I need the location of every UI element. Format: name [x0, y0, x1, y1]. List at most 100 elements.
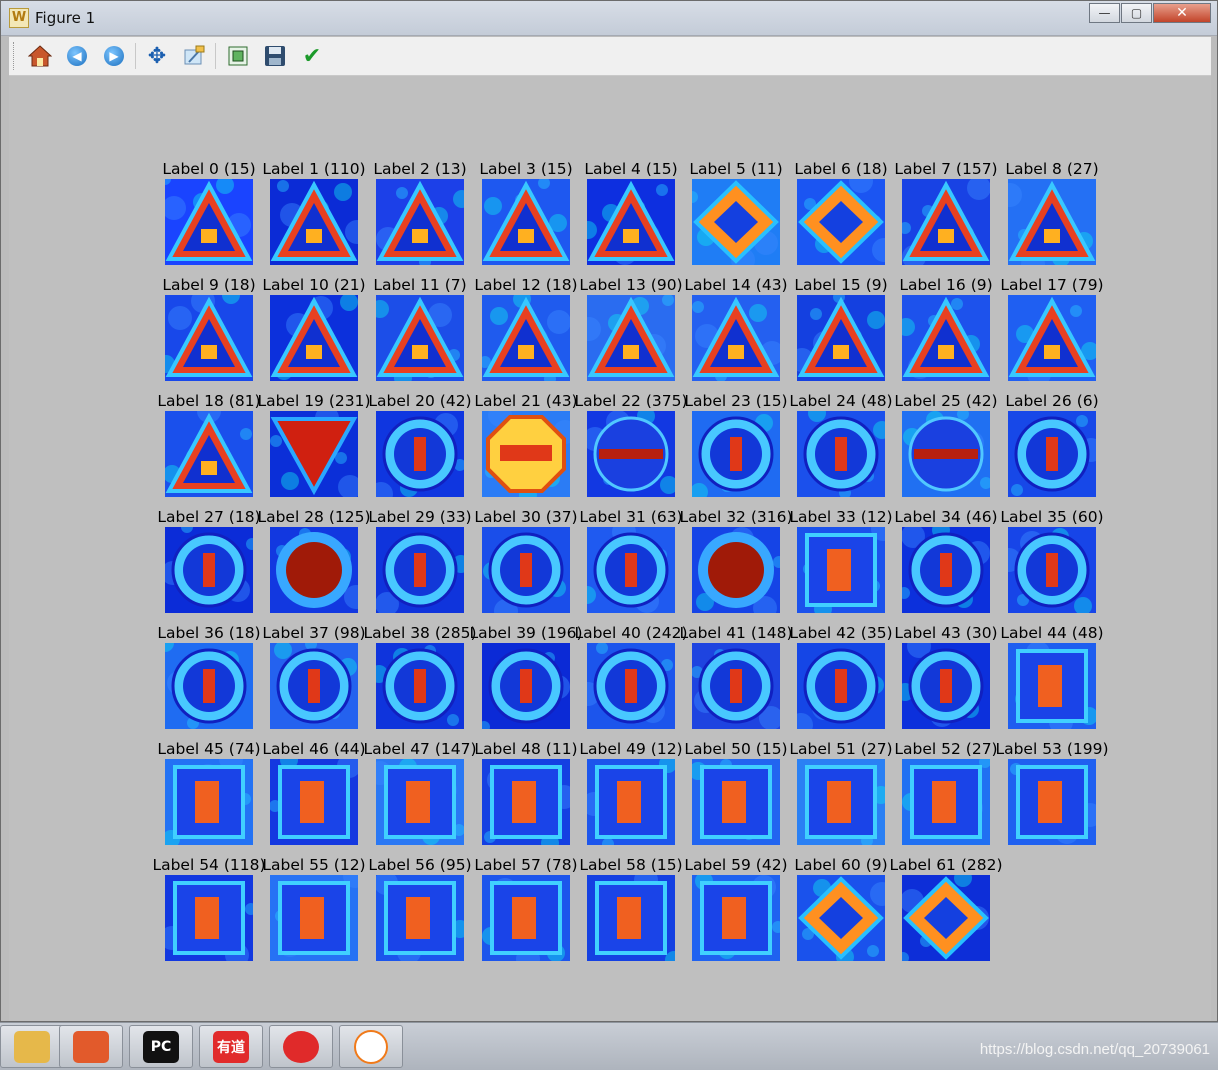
- sign-thumbnail: [482, 759, 570, 845]
- cell-label: Label 60 (9): [794, 856, 888, 874]
- sign-cell: Label 8 (27): [1002, 160, 1102, 272]
- cell-label: Label 61 (282): [889, 856, 1003, 874]
- toolbar-grip[interactable]: [13, 42, 17, 70]
- title-bar[interactable]: W Figure 1 — ▢ ✕: [1, 1, 1217, 36]
- cell-label: Label 53 (199): [995, 740, 1109, 758]
- taskbar-button[interactable]: PC: [129, 1025, 193, 1068]
- sign-cell: Label 3 (15): [476, 160, 576, 272]
- sign-thumbnail: [270, 295, 358, 381]
- sign-cell: Label 52 (27): [894, 740, 998, 852]
- pan-button[interactable]: ✥: [144, 43, 170, 69]
- sign-cell: Label 12 (18): [474, 276, 578, 388]
- sign-thumbnail: [165, 875, 253, 961]
- sign-cell: Label 27 (18): [157, 508, 261, 620]
- save-button[interactable]: [262, 43, 288, 69]
- home-button[interactable]: [27, 43, 53, 69]
- sign-thumbnail: [1008, 295, 1096, 381]
- sign-thumbnail: [1008, 411, 1096, 497]
- minimize-button[interactable]: —: [1089, 3, 1120, 23]
- sign-cell: Label 38 (285): [363, 624, 477, 736]
- edit-parameters-button[interactable]: ✔: [299, 43, 325, 69]
- sign-cell: Label 48 (11): [474, 740, 578, 852]
- cell-label: Label 8 (27): [1005, 160, 1099, 178]
- cell-label: Label 51 (27): [789, 740, 893, 758]
- cell-label: Label 41 (148): [679, 624, 793, 642]
- sign-cell: Label 41 (148): [679, 624, 793, 736]
- cell-label: Label 3 (15): [479, 160, 573, 178]
- sign-thumbnail: [482, 875, 570, 961]
- sign-cell: Label 21 (43): [474, 392, 578, 504]
- sign-thumbnail: [692, 759, 780, 845]
- sign-cell: Label 37 (98): [262, 624, 366, 736]
- close-button[interactable]: ✕: [1153, 3, 1211, 23]
- back-button[interactable]: ◀: [64, 43, 90, 69]
- sign-thumbnail: [165, 179, 253, 265]
- taskbar-button[interactable]: [339, 1025, 403, 1068]
- cell-label: Label 38 (285): [363, 624, 477, 642]
- sign-cell: Label 30 (37): [474, 508, 578, 620]
- cell-label: Label 16 (9): [899, 276, 993, 294]
- cell-label: Label 49 (12): [579, 740, 683, 758]
- cell-label: Label 59 (42): [684, 856, 788, 874]
- cell-label: Label 52 (27): [894, 740, 998, 758]
- sign-thumbnail: [902, 295, 990, 381]
- sign-thumbnail: [376, 527, 464, 613]
- sign-thumbnail: [797, 875, 885, 961]
- cell-label: Label 11 (7): [373, 276, 467, 294]
- sign-thumbnail: [692, 295, 780, 381]
- sign-thumbnail: [692, 527, 780, 613]
- sign-cell: Label 33 (12): [789, 508, 893, 620]
- subplots-button[interactable]: [225, 43, 251, 69]
- taskbar-button[interactable]: [0, 1025, 64, 1068]
- sign-thumbnail: [797, 759, 885, 845]
- sign-cell: Label 7 (157): [894, 160, 998, 272]
- taskbar-button[interactable]: [269, 1025, 333, 1068]
- cell-label: Label 7 (157): [894, 160, 998, 178]
- sign-thumbnail: [692, 179, 780, 265]
- sign-cell: Label 25 (42): [894, 392, 998, 504]
- sign-thumbnail: [482, 643, 570, 729]
- sign-cell: Label 19 (231): [257, 392, 371, 504]
- back-arrow-icon: ◀: [67, 46, 87, 66]
- sign-cell: Label 39 (196): [469, 624, 583, 736]
- sign-cell: Label 28 (125): [257, 508, 371, 620]
- cell-label: Label 56 (95): [368, 856, 472, 874]
- cell-label: Label 34 (46): [894, 508, 998, 526]
- cell-label: Label 17 (79): [1000, 276, 1104, 294]
- sign-cell: Label 9 (18): [159, 276, 259, 388]
- cell-label: Label 12 (18): [474, 276, 578, 294]
- zoom-icon: [184, 45, 205, 65]
- forward-button[interactable]: ▶: [101, 43, 127, 69]
- figure-canvas[interactable]: Label 0 (15) Label 1 (110) Label 2 (13) Lab…: [9, 76, 1211, 1021]
- sign-cell: Label 50 (15): [684, 740, 788, 852]
- sign-cell: Label 55 (12): [262, 856, 366, 968]
- zoom-button[interactable]: [181, 43, 207, 69]
- cell-label: Label 47 (147): [363, 740, 477, 758]
- cell-label: Label 32 (316): [679, 508, 793, 526]
- sign-thumbnail: [270, 527, 358, 613]
- sign-thumbnail: [270, 759, 358, 845]
- sign-cell: Label 23 (15): [684, 392, 788, 504]
- sign-cell: Label 26 (6): [1002, 392, 1102, 504]
- cell-label: Label 10 (21): [262, 276, 366, 294]
- sign-cell: Label 40 (242): [574, 624, 688, 736]
- sign-thumbnail: [1008, 527, 1096, 613]
- sign-thumbnail: [692, 643, 780, 729]
- sign-thumbnail: [902, 759, 990, 845]
- sign-thumbnail: [165, 759, 253, 845]
- taskbar-button[interactable]: 有道: [199, 1025, 263, 1068]
- sign-cell: Label 4 (15): [581, 160, 681, 272]
- cell-label: Label 15 (9): [794, 276, 888, 294]
- sign-cell: Label 45 (74): [157, 740, 261, 852]
- sign-cell: Label 60 (9): [791, 856, 891, 968]
- sign-thumbnail: [797, 179, 885, 265]
- taskbar-button[interactable]: [59, 1025, 123, 1068]
- sign-cell: Label 56 (95): [368, 856, 472, 968]
- cell-label: Label 9 (18): [162, 276, 256, 294]
- cell-label: Label 31 (63): [579, 508, 683, 526]
- sign-cell: Label 15 (9): [791, 276, 891, 388]
- maximize-button[interactable]: ▢: [1121, 3, 1152, 23]
- window-controls: — ▢ ✕: [1088, 3, 1211, 23]
- cell-label: Label 1 (110): [262, 160, 366, 178]
- sign-thumbnail: [587, 179, 675, 265]
